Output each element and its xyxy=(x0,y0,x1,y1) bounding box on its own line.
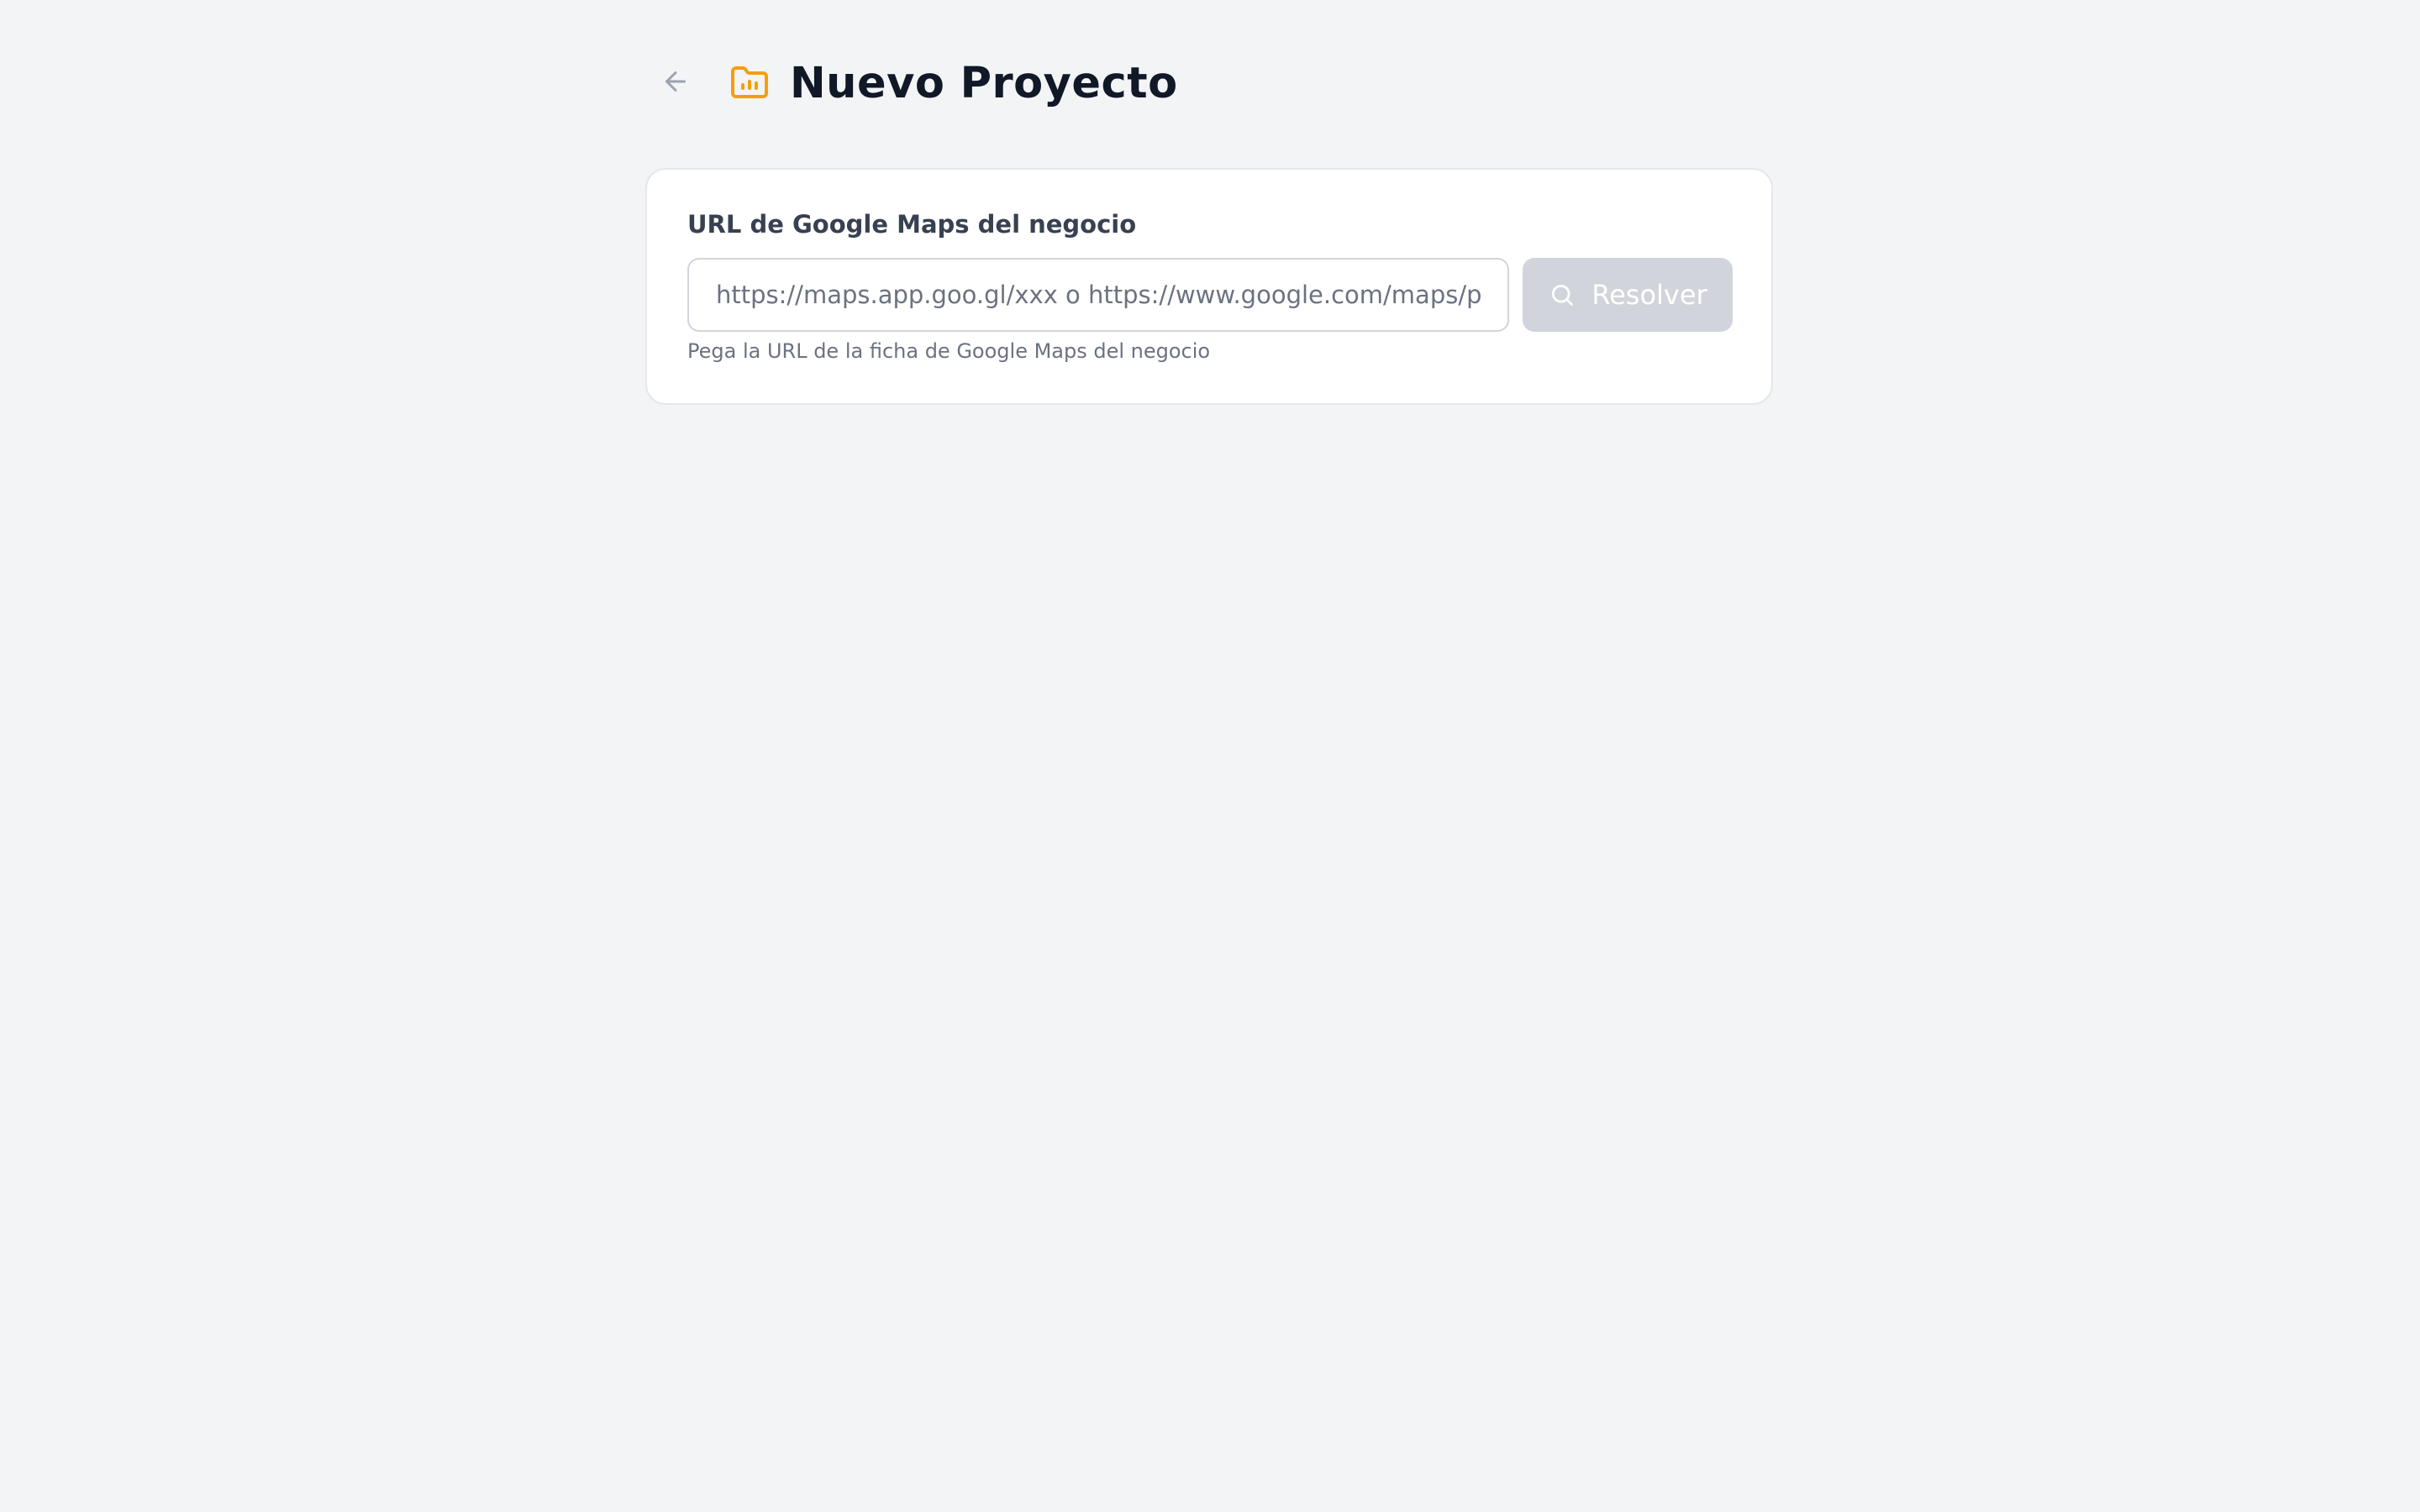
arrow-left-icon xyxy=(660,66,691,100)
folder-chart-icon xyxy=(726,60,773,107)
resolve-button-label: Resolver xyxy=(1591,279,1707,311)
url-helper-text: Pega la URL de la ficha de Google Maps d… xyxy=(687,339,1211,363)
url-form-card: URL de Google Maps del negocio Resolver … xyxy=(645,168,1773,405)
page: Nuevo Proyecto URL de Google Maps del ne… xyxy=(0,0,2420,1512)
page-header: Nuevo Proyecto xyxy=(645,50,1178,116)
url-field-label: URL de Google Maps del negocio xyxy=(687,210,1137,239)
resolve-button[interactable]: Resolver xyxy=(1523,258,1733,332)
page-title: Nuevo Proyecto xyxy=(790,58,1178,108)
search-icon xyxy=(1548,281,1576,309)
maps-url-input[interactable] xyxy=(687,258,1509,332)
back-button[interactable] xyxy=(645,53,706,113)
